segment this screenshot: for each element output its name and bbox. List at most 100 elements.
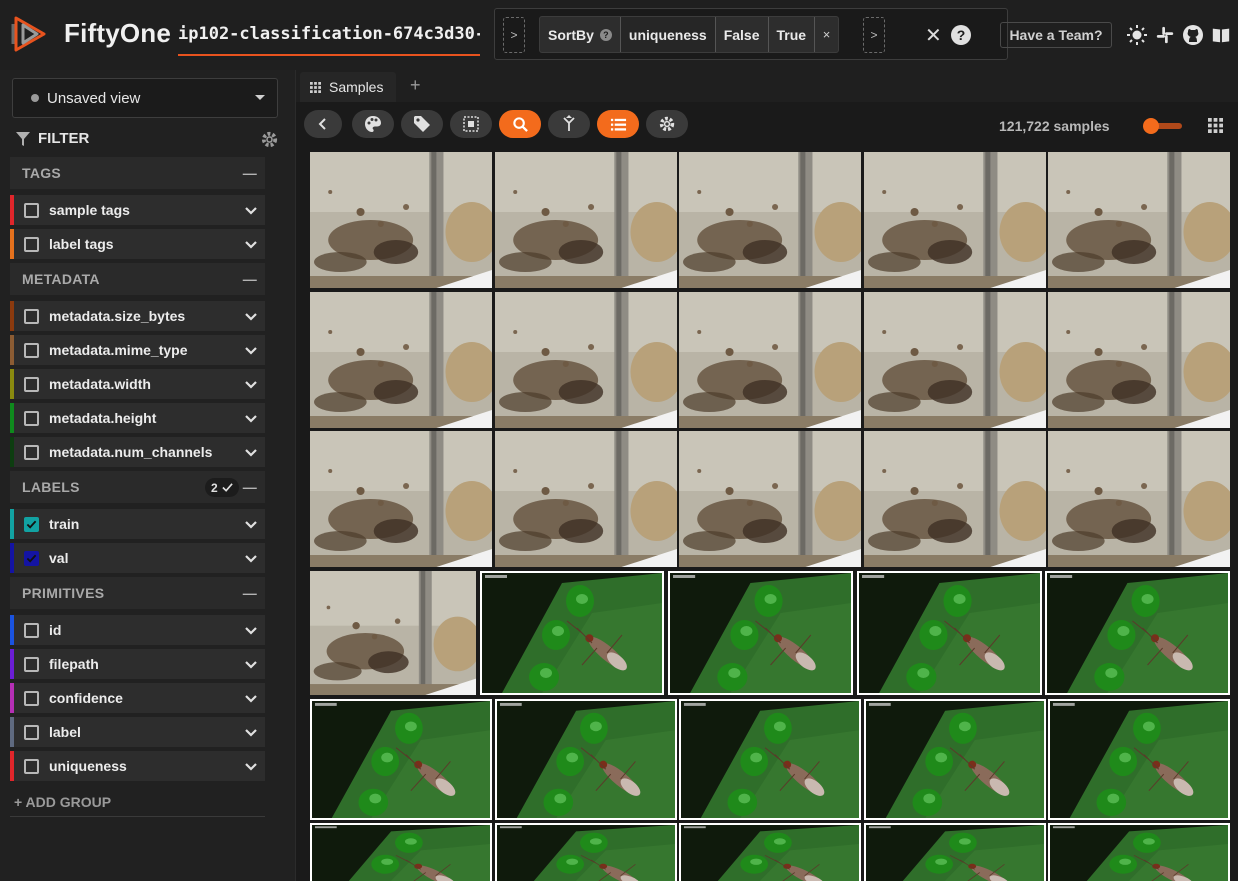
view-select-dropdown[interactable]: Unsaved view [12, 78, 278, 118]
sample-thumbnail[interactable] [1045, 571, 1230, 695]
field-id[interactable]: id [10, 615, 265, 645]
expand-chevron-icon[interactable] [245, 446, 257, 458]
field-confidence[interactable]: confidence [10, 683, 265, 713]
sample-thumbnail[interactable] [679, 823, 861, 881]
group-header-labels[interactable]: LABELS 2 — [10, 471, 265, 503]
field-metadata-height[interactable]: metadata.height [10, 403, 265, 433]
stage-param-field[interactable]: uniqueness [619, 17, 715, 52]
expand-chevron-icon[interactable] [245, 518, 257, 530]
labels-count-badge[interactable]: 2 [205, 478, 239, 497]
sample-thumbnail[interactable] [495, 152, 677, 288]
tag-button[interactable] [401, 110, 443, 138]
field-checkbox-checked[interactable] [24, 516, 39, 532]
sample-thumbnail[interactable] [864, 152, 1046, 288]
sample-thumbnail[interactable] [310, 431, 492, 567]
collapse-minus-icon[interactable]: — [243, 165, 257, 181]
expand-chevron-icon[interactable] [245, 378, 257, 390]
merge-button[interactable] [548, 110, 590, 138]
sample-thumbnail[interactable] [310, 823, 492, 881]
expand-chevron-icon[interactable] [245, 624, 257, 636]
sample-thumbnail[interactable] [1048, 699, 1230, 820]
light-mode-icon[interactable] [1126, 24, 1148, 46]
field-label-field[interactable]: label [10, 717, 265, 747]
add-panel-button[interactable]: + [410, 75, 421, 96]
field-checkbox[interactable] [24, 690, 39, 706]
sample-thumbnail[interactable] [679, 431, 861, 567]
collapse-minus-icon[interactable]: — [243, 585, 257, 601]
sample-thumbnail[interactable] [864, 699, 1046, 820]
expand-chevron-icon[interactable] [245, 412, 257, 424]
group-header-primitives[interactable]: PRIMITIVES — [10, 577, 265, 609]
field-metadata-mime-type[interactable]: metadata.mime_type [10, 335, 265, 365]
sample-thumbnail[interactable] [679, 152, 861, 288]
stage-param-false[interactable]: False [714, 17, 768, 52]
expand-chevron-icon[interactable] [245, 204, 257, 216]
sample-thumbnail[interactable] [679, 292, 861, 428]
field-checkbox[interactable] [24, 376, 39, 392]
dataset-selector[interactable]: ip102-classification-674c3d30-ba42… [178, 20, 480, 56]
sample-thumbnail[interactable] [495, 699, 677, 820]
similarity-search-button[interactable] [499, 110, 541, 138]
grid-settings-button[interactable] [646, 110, 688, 138]
patches-button[interactable] [450, 110, 492, 138]
field-metadata-size-bytes[interactable]: metadata.size_bytes [10, 301, 265, 331]
sample-thumbnail[interactable] [668, 571, 853, 695]
field-checkbox[interactable] [24, 656, 39, 672]
sample-thumbnail[interactable] [480, 571, 664, 695]
field-checkbox[interactable] [24, 622, 39, 638]
field-uniqueness[interactable]: uniqueness [10, 751, 265, 781]
sample-thumbnail[interactable] [864, 431, 1046, 567]
field-checkbox[interactable] [24, 444, 39, 460]
view-bar[interactable]: > SortBy ? uniqueness False True × > ✕ ? [494, 8, 1008, 60]
tab-samples[interactable]: Samples [300, 72, 396, 102]
sample-thumbnail[interactable] [310, 292, 492, 428]
sort-list-button[interactable] [597, 110, 639, 138]
stage-param-true[interactable]: True [767, 17, 815, 52]
field-train[interactable]: train [10, 509, 265, 539]
group-header-metadata[interactable]: METADATA — [10, 263, 265, 295]
sample-thumbnail[interactable] [1048, 292, 1230, 428]
stage-remove-icon[interactable]: × [814, 17, 838, 52]
expand-chevron-icon[interactable] [245, 726, 257, 738]
sample-thumbnail[interactable] [310, 571, 476, 695]
zoom-slider-handle[interactable] [1143, 118, 1159, 134]
view-bar-help-icon[interactable]: ? [951, 25, 971, 45]
sample-thumbnail[interactable] [1048, 431, 1230, 567]
sample-thumbnail[interactable] [864, 823, 1046, 881]
color-scheme-button[interactable] [352, 110, 394, 138]
group-header-tags[interactable]: TAGS — [10, 157, 265, 189]
field-metadata-num-channels[interactable]: metadata.num_channels [10, 437, 265, 467]
field-checkbox[interactable] [24, 724, 39, 740]
field-checkbox[interactable] [24, 202, 39, 218]
sample-thumbnail[interactable] [495, 431, 677, 567]
add-group-button[interactable]: + ADD GROUP [14, 794, 111, 810]
expand-chevron-icon[interactable] [245, 238, 257, 250]
expand-chevron-icon[interactable] [245, 552, 257, 564]
fiftyone-logo-icon[interactable] [10, 14, 50, 54]
field-checkbox[interactable] [24, 236, 39, 252]
field-checkbox[interactable] [24, 410, 39, 426]
collapse-minus-icon[interactable]: — [243, 271, 257, 287]
field-checkbox[interactable] [24, 342, 39, 358]
slack-icon[interactable] [1154, 24, 1176, 46]
docs-book-icon[interactable] [1210, 24, 1232, 46]
sample-thumbnail[interactable] [310, 699, 492, 820]
sample-thumbnail[interactable] [1048, 152, 1230, 288]
field-checkbox[interactable] [24, 758, 39, 774]
collapse-minus-icon[interactable]: — [243, 479, 257, 495]
sample-thumbnail[interactable] [857, 571, 1042, 695]
field-checkbox[interactable] [24, 308, 39, 324]
expand-chevron-icon[interactable] [245, 760, 257, 772]
sample-thumbnail[interactable] [495, 292, 677, 428]
field-checkbox-checked[interactable] [24, 550, 39, 566]
sample-thumbnail[interactable] [864, 292, 1046, 428]
stage-help-icon[interactable]: ? [599, 28, 612, 41]
sample-thumbnail[interactable] [1048, 823, 1230, 881]
sample-thumbnail[interactable] [495, 823, 677, 881]
field-sample-tags[interactable]: sample tags [10, 195, 265, 225]
clear-view-icon[interactable]: ✕ [925, 23, 942, 48]
grid-layout-icon[interactable] [1208, 118, 1223, 138]
field-val[interactable]: val [10, 543, 265, 573]
expand-chevron-icon[interactable] [245, 310, 257, 322]
have-a-team-button[interactable]: Have a Team? [1000, 22, 1112, 48]
